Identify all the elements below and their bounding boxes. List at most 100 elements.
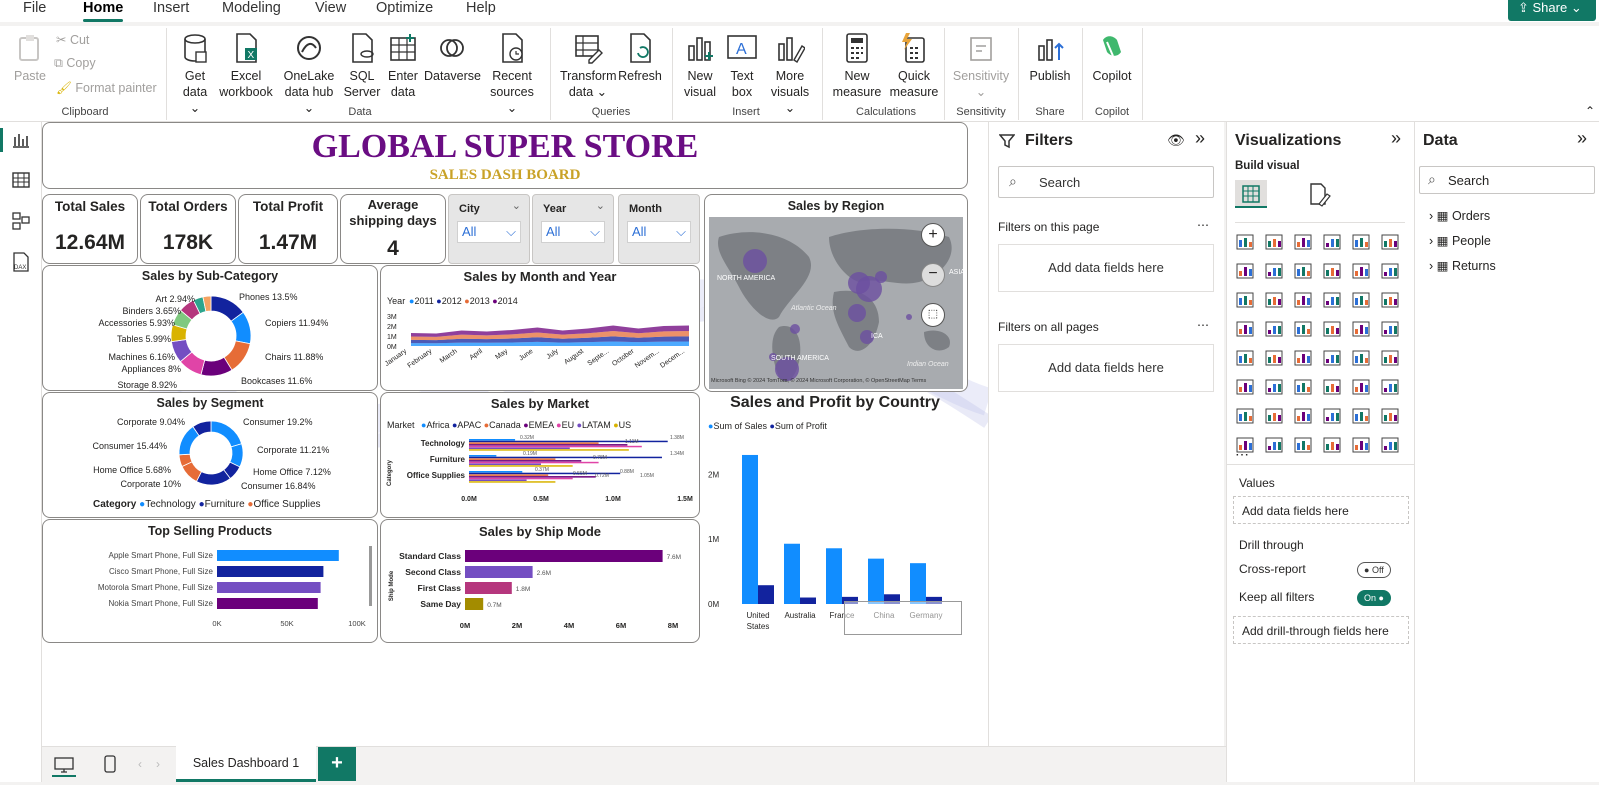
visual-type-icon[interactable]: [1293, 290, 1313, 310]
more-options-icon[interactable]: ⋯: [1197, 318, 1209, 332]
quick-measure-button[interactable]: Quick measure: [886, 32, 942, 100]
chevron-down-icon[interactable]: ⌄: [596, 199, 605, 212]
visual-type-icon[interactable]: [1264, 261, 1284, 281]
excel-workbook-button[interactable]: X Excel workbook: [218, 32, 274, 100]
sensitivity-button[interactable]: Sensitivity ⌄: [950, 32, 1012, 100]
visual-type-icon[interactable]: [1322, 261, 1342, 281]
table-view-icon[interactable]: [12, 172, 30, 188]
visual-type-icon[interactable]: [1235, 261, 1255, 281]
menu-optimize[interactable]: Optimize: [376, 0, 433, 16]
visual-type-icon[interactable]: [1322, 348, 1342, 368]
eye-icon[interactable]: 👁: [1167, 132, 1185, 149]
visual-type-icon[interactable]: [1264, 290, 1284, 310]
sales-by-subcategory-chart[interactable]: Sales by Sub-Category Phones 13.5% Copier…: [42, 265, 378, 391]
mobile-layout-icon[interactable]: [104, 755, 116, 773]
collapse-viz-icon[interactable]: »: [1391, 128, 1401, 149]
zoom-out-icon[interactable]: −: [921, 263, 945, 287]
drill-through-well[interactable]: Add drill-through fields here: [1233, 616, 1409, 644]
visual-type-icon[interactable]: [1264, 406, 1284, 426]
menu-view[interactable]: View: [315, 0, 346, 16]
menu-file[interactable]: File: [23, 0, 46, 16]
sales-by-ship-mode-chart[interactable]: Sales by Ship Mode Ship Mode Standard Cla…: [380, 519, 700, 643]
visual-type-icon[interactable]: [1380, 406, 1400, 426]
visual-type-icon[interactable]: [1264, 232, 1284, 252]
menu-insert[interactable]: Insert: [153, 0, 189, 16]
transform-data-button[interactable]: Transform data ⌄: [560, 32, 617, 100]
sales-by-month-year-chart[interactable]: Sales by Month and Year Year ●2011 ●2012…: [380, 265, 700, 391]
scroll-indicator[interactable]: [844, 601, 962, 635]
sales-profit-by-country-chart[interactable]: Sales and Profit by Country ●Sum of Sale…: [702, 392, 968, 644]
desktop-layout-icon[interactable]: [54, 757, 74, 773]
share-button[interactable]: ⇪ Share ⌄: [1508, 0, 1596, 21]
data-search-input[interactable]: ⌕ Search: [1419, 166, 1595, 194]
format-painter-button[interactable]: 🖌 Format painter: [56, 81, 157, 96]
menu-modeling[interactable]: Modeling: [222, 0, 281, 16]
more-visuals-button[interactable]: More visuals ⌄: [766, 32, 814, 116]
visual-type-icon[interactable]: [1380, 261, 1400, 281]
cross-report-toggle[interactable]: ● Off: [1357, 562, 1391, 578]
copilot-button[interactable]: Copilot: [1088, 32, 1136, 84]
new-visual-button[interactable]: New visual: [680, 32, 720, 100]
publish-button[interactable]: Publish: [1026, 32, 1074, 84]
enter-data-button[interactable]: Enter data: [386, 32, 420, 100]
more-options-icon[interactable]: ⋯: [1197, 218, 1209, 232]
visual-type-icon[interactable]: [1351, 377, 1371, 397]
add-page-filter-well[interactable]: Add data fields here: [998, 244, 1214, 292]
visual-type-icon[interactable]: [1380, 435, 1400, 455]
new-measure-button[interactable]: New measure: [830, 32, 884, 100]
prev-page-icon[interactable]: ‹: [138, 757, 142, 771]
visual-type-icon[interactable]: [1235, 406, 1255, 426]
visual-type-icon[interactable]: [1322, 435, 1342, 455]
values-well[interactable]: Add data fields here: [1233, 496, 1409, 524]
cut-button[interactable]: ✂ Cut: [56, 32, 89, 47]
visual-type-icon[interactable]: [1235, 319, 1255, 339]
slicer-month-dropdown[interactable]: All ⌵: [627, 221, 691, 243]
visual-type-icon[interactable]: [1293, 348, 1313, 368]
visual-type-icon[interactable]: [1322, 290, 1342, 310]
visual-type-icon[interactable]: [1264, 319, 1284, 339]
menu-help[interactable]: Help: [466, 0, 496, 16]
tab-sales-dashboard-1[interactable]: Sales Dashboard 1: [176, 746, 316, 782]
visual-type-icon[interactable]: [1322, 406, 1342, 426]
visual-type-icon[interactable]: [1351, 319, 1371, 339]
recent-sources-button[interactable]: Recent sources ⌄: [484, 32, 540, 116]
visual-type-icon[interactable]: [1293, 406, 1313, 426]
select-region-icon[interactable]: ⬚: [921, 303, 945, 327]
visual-type-icon[interactable]: [1235, 348, 1255, 368]
sales-by-region-map[interactable]: Sales by Region NORTH AMERICA Atlantic O…: [704, 194, 968, 392]
next-page-icon[interactable]: ›: [156, 757, 160, 771]
dax-query-view-icon[interactable]: DAX: [12, 252, 30, 272]
visual-type-icon[interactable]: [1293, 319, 1313, 339]
menu-home[interactable]: Home: [83, 0, 124, 22]
collapse-data-icon[interactable]: »: [1577, 128, 1587, 149]
build-visual-tab[interactable]: [1235, 180, 1267, 208]
visual-type-icon[interactable]: [1322, 319, 1342, 339]
chevron-down-icon[interactable]: ⌄: [512, 199, 521, 212]
visual-type-icon[interactable]: [1351, 435, 1371, 455]
dataverse-button[interactable]: Dataverse: [424, 32, 481, 84]
table-orders[interactable]: › ▦ Orders: [1429, 208, 1490, 223]
visual-type-icon[interactable]: [1293, 377, 1313, 397]
table-returns[interactable]: › ▦ Returns: [1429, 258, 1496, 273]
model-view-icon[interactable]: [12, 212, 30, 230]
visual-type-icon[interactable]: [1380, 290, 1400, 310]
visual-type-icon[interactable]: [1264, 435, 1284, 455]
visual-type-icon[interactable]: [1293, 435, 1313, 455]
visual-type-icon[interactable]: [1322, 232, 1342, 252]
visual-type-icon[interactable]: [1351, 348, 1371, 368]
visual-type-icon[interactable]: [1235, 377, 1255, 397]
collapse-ribbon-icon[interactable]: ⌃: [1585, 104, 1595, 118]
slicer-year-dropdown[interactable]: All ⌵: [541, 221, 605, 243]
slicer-city-dropdown[interactable]: All ⌵: [457, 221, 521, 243]
get-data-button[interactable]: Get data ⌄: [176, 32, 214, 116]
visual-type-icon[interactable]: [1380, 348, 1400, 368]
visual-type-icon[interactable]: [1235, 232, 1255, 252]
onelake-button[interactable]: OneLake data hub ⌄: [278, 32, 340, 116]
add-all-pages-filter-well[interactable]: Add data fields here: [998, 344, 1214, 392]
text-box-button[interactable]: A Text box: [724, 32, 760, 100]
top-selling-products-chart[interactable]: Top Selling Products Apple Smart Phone, …: [42, 519, 378, 643]
refresh-button[interactable]: Refresh: [618, 32, 662, 84]
visual-type-icon[interactable]: [1351, 232, 1371, 252]
copy-button[interactable]: ⧉ Copy: [54, 56, 96, 71]
visual-type-icon[interactable]: [1351, 261, 1371, 281]
